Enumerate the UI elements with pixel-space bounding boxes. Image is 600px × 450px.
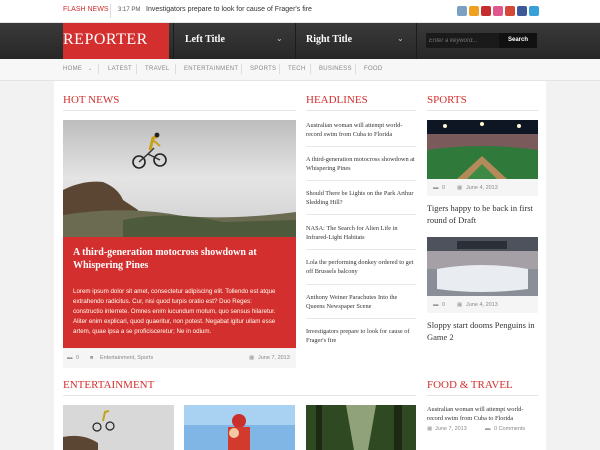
chevron-down-icon[interactable]: ⌄	[276, 34, 283, 43]
headline-link[interactable]: Lola the performing donkey ordered to ge…	[306, 258, 416, 276]
menu-item-entertainment[interactable]: ENTERTAINMENT	[184, 66, 238, 72]
sports-image-baseball[interactable]	[427, 120, 538, 179]
divider	[173, 23, 174, 59]
headline-link[interactable]: A third-generation motocross showdown at…	[306, 155, 416, 173]
post-date: June 4, 2013	[466, 185, 498, 191]
post-date: June 4, 2013	[466, 302, 498, 308]
divider	[175, 64, 176, 74]
divider	[310, 64, 311, 74]
folder-icon: ■	[90, 355, 94, 361]
section-title-headlines: HEADLINES	[306, 94, 368, 106]
comment-icon: ▬	[67, 355, 73, 361]
entertainment-image[interactable]	[63, 405, 174, 450]
menu-item-food[interactable]: FOOD	[364, 66, 383, 72]
post-date: June 7, 2013	[435, 426, 467, 432]
forest-thumb	[306, 405, 416, 450]
divider	[241, 64, 242, 74]
divider	[295, 23, 296, 59]
comment-count[interactable]: 0	[442, 302, 445, 308]
chevron-down-icon[interactable]: ⌄	[88, 66, 93, 72]
hot-news-excerpt: Lorem ipsum dolor sit amet, consectetur …	[73, 288, 276, 335]
menu-item-travel[interactable]: TRAVEL	[145, 66, 170, 72]
entertainment-image[interactable]	[306, 405, 416, 450]
flash-news-label: FLASH NEWS	[63, 6, 109, 13]
comment-icon: ▬	[485, 426, 491, 432]
post-categories[interactable]: Entertainment, Sports	[100, 355, 153, 361]
divider	[306, 318, 416, 319]
post-date: June 7, 2013	[258, 355, 290, 361]
family-bike-thumb	[184, 405, 295, 450]
menu-item-tech[interactable]: TECH	[288, 66, 306, 72]
divider	[306, 110, 416, 111]
divider	[279, 64, 280, 74]
rss-icon[interactable]	[469, 6, 479, 16]
motocross-photo	[63, 120, 296, 237]
twitter-icon[interactable]	[529, 6, 539, 16]
sports-headline[interactable]: Tigers happy to be back in first round o…	[427, 202, 538, 226]
menu-item-latest[interactable]: LATEST	[108, 66, 132, 72]
divider	[306, 249, 416, 250]
headline-link[interactable]: Anthony Weiner Parachutes Into the Queen…	[306, 293, 416, 311]
menu-item-business[interactable]: BUSINESS	[319, 66, 352, 72]
headline-link[interactable]: NASA: The Search for Alien Life in Infra…	[306, 224, 416, 242]
facebook-icon[interactable]	[517, 6, 527, 16]
headline-link[interactable]: Australian woman will attempt world-reco…	[306, 121, 416, 139]
chevron-down-icon[interactable]: ⌄	[397, 34, 404, 43]
divider	[427, 110, 538, 111]
hot-news-image[interactable]	[63, 120, 296, 237]
dribbble-icon[interactable]	[493, 6, 503, 16]
calendar-icon: ▦	[249, 355, 255, 361]
flash-news-link[interactable]: Investigators prepare to look for cause …	[146, 6, 312, 13]
arena-photo	[427, 237, 538, 296]
headline-link[interactable]: Investigators prepare to look for cause …	[306, 327, 416, 345]
section-title-food-travel: FOOD & TRAVEL	[427, 379, 513, 391]
divider	[306, 180, 416, 181]
google-plus-icon[interactable]	[505, 6, 515, 16]
sports-image-hockey[interactable]	[427, 237, 538, 296]
comment-count[interactable]: 0	[442, 185, 445, 191]
comment-count[interactable]: 0 Comments	[494, 426, 525, 432]
flash-news-time: 3:17 PM	[118, 7, 141, 13]
calendar-icon: ▦	[457, 185, 463, 191]
food-travel-headline[interactable]: Australian woman will attempt world-reco…	[427, 405, 538, 423]
calendar-icon: ▦	[427, 426, 433, 432]
divider	[306, 214, 416, 215]
divider	[427, 395, 538, 396]
section-title-hot-news: HOT NEWS	[63, 94, 120, 106]
hot-news-headline[interactable]: A third-generation motocross showdown at…	[73, 246, 283, 272]
menu-item-home[interactable]: HOME	[63, 66, 82, 72]
headline-link[interactable]: Should There be Lights on the Park Arthu…	[306, 189, 416, 207]
divider	[355, 64, 356, 74]
divider	[63, 395, 416, 396]
divider	[63, 110, 296, 111]
divider	[98, 64, 99, 74]
comment-icon: ▬	[433, 185, 439, 191]
entertainment-image[interactable]	[184, 405, 295, 450]
divider	[306, 146, 416, 147]
divider	[306, 284, 416, 285]
email-icon[interactable]	[457, 6, 467, 16]
section-title-sports: SPORTS	[427, 94, 467, 106]
pinterest-icon[interactable]	[481, 6, 491, 16]
comment-count[interactable]: 0	[76, 355, 79, 361]
divider	[136, 64, 137, 74]
divider	[110, 4, 111, 18]
section-title-entertainment: ENTERTAINMENT	[63, 379, 155, 391]
divider	[416, 23, 417, 59]
social-icons	[457, 6, 539, 16]
site-logo[interactable]: REPORTER	[63, 31, 148, 49]
search-button[interactable]: Search	[499, 33, 537, 48]
stadium-photo	[427, 120, 538, 179]
calendar-icon: ▦	[457, 302, 463, 308]
left-title-menu[interactable]: Left Title	[185, 34, 225, 45]
right-title-menu[interactable]: Right Title	[306, 34, 352, 45]
menu-item-sports[interactable]: SPORTS	[250, 66, 276, 72]
sports-headline[interactable]: Sloppy start dooms Penguins in Game 2	[427, 319, 538, 343]
search-input[interactable]	[426, 33, 499, 48]
comment-icon: ▬	[433, 302, 439, 308]
motocross-thumb	[63, 405, 174, 450]
